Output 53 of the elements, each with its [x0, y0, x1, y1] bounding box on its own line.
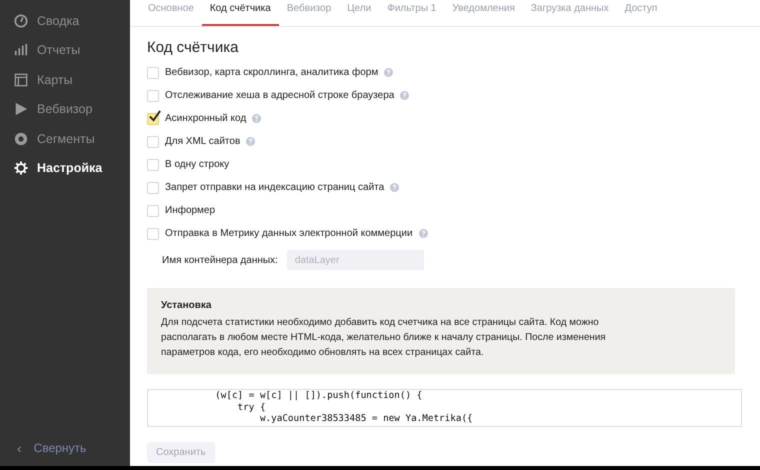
sidebar-item[interactable]: Карты: [0, 65, 130, 94]
tab[interactable]: Загрузка данных: [522, 0, 617, 26]
checkbox[interactable]: [147, 204, 159, 216]
code-line: w.yaCounter38533485 = new Ya.Metrika({: [258, 413, 474, 424]
help-icon[interactable]: [246, 137, 256, 146]
ring-icon: [14, 132, 28, 146]
input-field[interactable]: dataLayer: [286, 250, 424, 270]
sidebar-item[interactable]: Вебвизор: [0, 94, 130, 124]
bar-chart-icon: [14, 43, 28, 58]
help-icon[interactable]: [390, 183, 400, 192]
collapse-button[interactable]: ‹ Свернуть: [0, 440, 130, 456]
checkbox-label: Для XML сайтов: [165, 136, 240, 147]
checkbox[interactable]: [147, 90, 159, 102]
sidebar-item[interactable]: Сводка: [0, 6, 130, 36]
play-icon: [14, 102, 28, 116]
checkbox[interactable]: [147, 158, 159, 170]
checkbox-label: Информер: [165, 205, 216, 216]
checkbox-label: Отправка в Метрику данных электронной коммерции: [165, 228, 413, 239]
tab[interactable]: Уведомления: [444, 0, 523, 26]
tab[interactable]: Основное: [140, 0, 202, 26]
tab[interactable]: Цели: [339, 0, 380, 26]
help-icon[interactable]: [384, 68, 394, 77]
sidebar-item[interactable]: Сегменты: [0, 124, 130, 154]
tab[interactable]: Доступ: [616, 0, 666, 26]
checkbox-label: Отслеживание хеша в адресной строке браузера: [165, 90, 394, 101]
gauge-icon: [14, 14, 28, 28]
info-title: Установка: [161, 300, 212, 311]
checkbox[interactable]: [147, 112, 159, 124]
checkbox[interactable]: [147, 66, 159, 78]
code-line: try {: [236, 402, 267, 413]
checkbox[interactable]: [147, 228, 159, 240]
checkbox-label: Запрет отправки на индексацию страниц сайта: [165, 182, 384, 193]
layout-icon: [14, 72, 28, 87]
tab[interactable]: Код счётчика: [202, 0, 279, 26]
section-heading: Код счётчика: [147, 39, 240, 56]
tab[interactable]: Фильтры 1: [379, 0, 444, 26]
checkbox-label: Вебвизор, карта скроллинга, аналитика форм: [165, 67, 378, 78]
gear-icon: [14, 161, 28, 176]
tab[interactable]: Вебвизор: [278, 0, 340, 26]
checkbox[interactable]: [147, 136, 159, 148]
info-text: Для подсчета статистики необходимо добавить код счетчика на все страницы сайта. Код можно располагать в любом месте HTML-кода, желательно ближе к началу страницы. После изменения параметров кода, его необходимо обновлять на всех страницах сайта.: [161, 316, 607, 360]
help-icon[interactable]: [418, 229, 428, 238]
collapse-label: Свернуть: [34, 441, 86, 455]
field-label: Имя контейнера данных:: [162, 254, 278, 266]
help-icon[interactable]: [252, 114, 262, 123]
code-line: (w[c] = w[c] || []).push(function() {: [214, 390, 424, 402]
sidebar-item[interactable]: Отчеты: [0, 36, 130, 65]
checkbox[interactable]: [147, 182, 159, 194]
help-icon[interactable]: [400, 91, 410, 100]
checkbox-label: В одну строку: [165, 159, 230, 170]
sidebar-item[interactable]: Настройка: [0, 154, 130, 183]
checkbox-label: Асинхронный код: [165, 113, 246, 124]
chevron-icon: ‹: [17, 440, 22, 456]
